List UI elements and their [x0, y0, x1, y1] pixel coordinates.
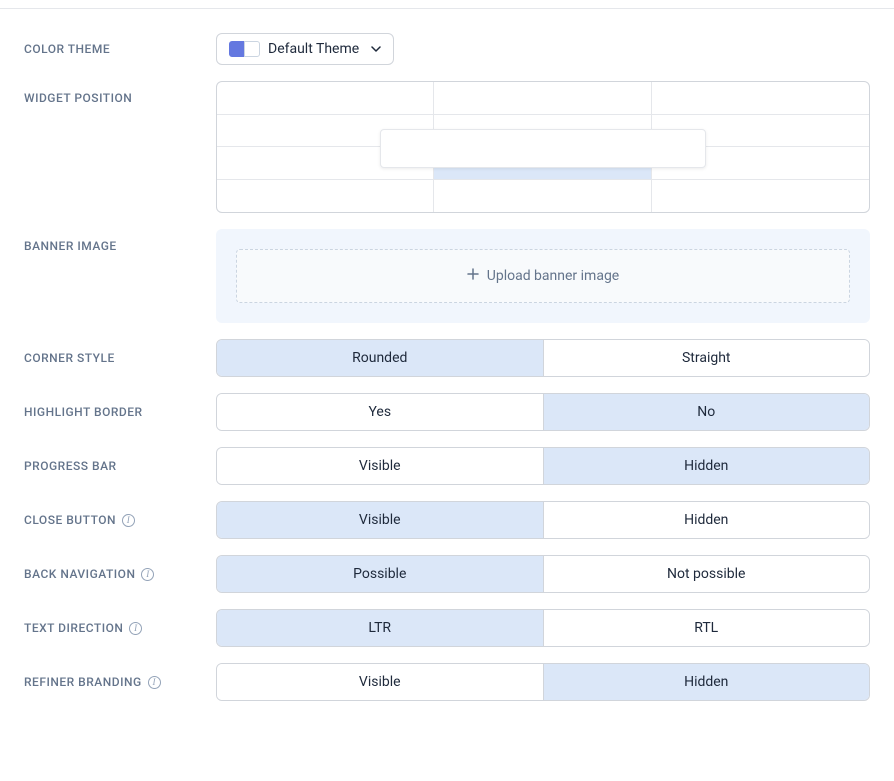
row-refiner-branding: REFINER BRANDING Visible Hidden: [0, 663, 894, 701]
label-refiner-branding: REFINER BRANDING: [24, 675, 216, 689]
toggle-highlight-border: Yes No: [216, 393, 870, 431]
toggle-refiner-branding: Visible Hidden: [216, 663, 870, 701]
position-cell-3-2[interactable]: [652, 180, 869, 213]
highlight-border-option-no[interactable]: No: [544, 394, 870, 430]
progress-bar-option-hidden[interactable]: Hidden: [544, 448, 870, 484]
close-button-option-hidden[interactable]: Hidden: [544, 502, 870, 538]
toggle-back-navigation: Possible Not possible: [216, 555, 870, 593]
label-widget-position: WIDGET POSITION: [24, 81, 216, 105]
label-text-direction-text: TEXT DIRECTION: [24, 621, 123, 635]
banner-upload-label: Upload banner image: [487, 268, 619, 284]
control-back-navigation: Possible Not possible: [216, 555, 870, 593]
position-cell-3-1[interactable]: [434, 180, 651, 213]
toggle-text-direction: LTR RTL: [216, 609, 870, 647]
row-widget-position: WIDGET POSITION: [0, 81, 894, 213]
position-floating-preview[interactable]: [380, 129, 706, 168]
info-icon[interactable]: [148, 676, 161, 689]
label-back-navigation-text: BACK NAVIGATION: [24, 567, 135, 581]
label-progress-bar: PROGRESS BAR: [24, 459, 216, 473]
text-direction-option-ltr[interactable]: LTR: [217, 610, 544, 646]
control-color-theme: Default Theme: [216, 33, 870, 65]
label-highlight-border: HIGHLIGHT BORDER: [24, 405, 216, 419]
row-banner-image: BANNER IMAGE Upload banner image: [0, 229, 894, 323]
swatch-secondary: [244, 41, 260, 57]
widget-position-grid: [216, 81, 870, 213]
position-cell-0-0[interactable]: [217, 82, 434, 115]
position-cell-0-1[interactable]: [434, 82, 651, 115]
label-text-direction: TEXT DIRECTION: [24, 621, 216, 635]
chevron-down-icon: [371, 46, 381, 52]
plus-icon: [467, 268, 479, 284]
row-progress-bar: PROGRESS BAR Visible Hidden: [0, 447, 894, 485]
row-text-direction: TEXT DIRECTION LTR RTL: [0, 609, 894, 647]
toggle-progress-bar: Visible Hidden: [216, 447, 870, 485]
label-close-button: CLOSE BUTTON: [24, 513, 216, 527]
label-refiner-branding-text: REFINER BRANDING: [24, 675, 142, 689]
refiner-branding-option-hidden[interactable]: Hidden: [544, 664, 870, 700]
close-button-option-visible[interactable]: Visible: [217, 502, 544, 538]
theme-swatches: [229, 41, 260, 57]
row-corner-style: CORNER STYLE Rounded Straight: [0, 339, 894, 377]
progress-bar-option-visible[interactable]: Visible: [217, 448, 544, 484]
control-close-button: Visible Hidden: [216, 501, 870, 539]
swatch-primary: [229, 41, 245, 57]
row-back-navigation: BACK NAVIGATION Possible Not possible: [0, 555, 894, 593]
refiner-branding-option-visible[interactable]: Visible: [217, 664, 544, 700]
toggle-close-button: Visible Hidden: [216, 501, 870, 539]
info-icon[interactable]: [129, 622, 142, 635]
control-refiner-branding: Visible Hidden: [216, 663, 870, 701]
label-back-navigation: BACK NAVIGATION: [24, 567, 216, 581]
color-theme-dropdown[interactable]: Default Theme: [216, 33, 394, 65]
label-banner-image: BANNER IMAGE: [24, 229, 216, 253]
control-progress-bar: Visible Hidden: [216, 447, 870, 485]
row-highlight-border: HIGHLIGHT BORDER Yes No: [0, 393, 894, 431]
corner-style-option-straight[interactable]: Straight: [544, 340, 870, 376]
corner-style-option-rounded[interactable]: Rounded: [217, 340, 544, 376]
info-icon[interactable]: [141, 568, 154, 581]
banner-upload-dropzone[interactable]: Upload banner image: [236, 249, 850, 303]
control-corner-style: Rounded Straight: [216, 339, 870, 377]
row-color-theme: COLOR THEME Default Theme: [0, 33, 894, 65]
position-cell-3-0[interactable]: [217, 180, 434, 213]
back-navigation-option-not-possible[interactable]: Not possible: [544, 556, 870, 592]
toggle-corner-style: Rounded Straight: [216, 339, 870, 377]
top-divider: [0, 8, 894, 9]
banner-upload-container: Upload banner image: [216, 229, 870, 323]
control-banner-image: Upload banner image: [216, 229, 870, 323]
control-text-direction: LTR RTL: [216, 609, 870, 647]
control-highlight-border: Yes No: [216, 393, 870, 431]
label-close-button-text: CLOSE BUTTON: [24, 513, 116, 527]
highlight-border-option-yes[interactable]: Yes: [217, 394, 544, 430]
row-close-button: CLOSE BUTTON Visible Hidden: [0, 501, 894, 539]
info-icon[interactable]: [122, 514, 135, 527]
theme-dropdown-label: Default Theme: [268, 41, 359, 57]
label-corner-style: CORNER STYLE: [24, 351, 216, 365]
position-cell-0-2[interactable]: [652, 82, 869, 115]
back-navigation-option-possible[interactable]: Possible: [217, 556, 544, 592]
control-widget-position: [216, 81, 870, 213]
text-direction-option-rtl[interactable]: RTL: [544, 610, 870, 646]
label-color-theme: COLOR THEME: [24, 42, 216, 56]
